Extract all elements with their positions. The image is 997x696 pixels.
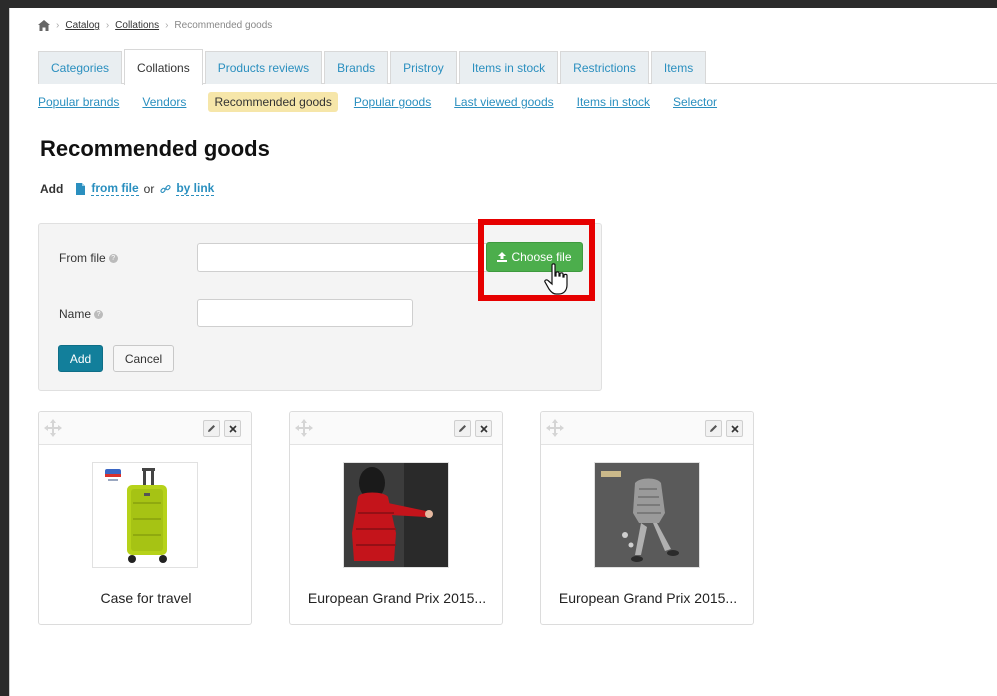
- tab-collations[interactable]: Collations: [124, 49, 203, 85]
- window-frame-top: [0, 0, 997, 8]
- from-file-label: From file?: [59, 251, 118, 265]
- name-label-text: Name: [59, 307, 92, 321]
- by-link-link[interactable]: by link: [176, 181, 215, 196]
- file-path-input[interactable]: [197, 243, 487, 272]
- product-title: Case for travel: [100, 590, 192, 606]
- choose-file-label: Choose file: [511, 250, 572, 264]
- move-icon[interactable]: [295, 419, 313, 437]
- card-header: [541, 412, 753, 445]
- add-button[interactable]: Add: [58, 345, 103, 372]
- page-title: Recommended goods: [40, 136, 270, 161]
- product-card: European Grand Prix 2015...: [540, 411, 754, 625]
- delete-button[interactable]: [726, 420, 743, 437]
- product-title: European Grand Prix 2015...: [558, 590, 738, 606]
- subnav-popular-goods[interactable]: Popular goods: [354, 95, 431, 109]
- tab-products-reviews[interactable]: Products reviews: [204, 51, 323, 84]
- subnav-last-viewed-goods[interactable]: Last viewed goods: [454, 95, 553, 109]
- move-icon[interactable]: [546, 419, 564, 437]
- name-input[interactable]: [197, 299, 413, 327]
- suitcase-image: [105, 468, 167, 563]
- breadcrumb-separator: ›: [56, 20, 60, 31]
- from-file-label-text: From file: [59, 251, 106, 265]
- tab-items-in-stock[interactable]: Items in stock: [458, 51, 559, 84]
- grey-outfit-image: [595, 463, 699, 567]
- close-icon: [479, 424, 488, 433]
- breadcrumb-catalog-link[interactable]: Catalog: [65, 20, 99, 31]
- product-thumbnail[interactable]: [594, 462, 700, 568]
- name-label: Name?: [59, 307, 104, 321]
- close-icon: [228, 424, 237, 433]
- window-frame-left-edge: [9, 8, 10, 696]
- collation-subnav: Popular brands Vendors Recommended goods…: [38, 92, 740, 112]
- subnav-recommended-goods[interactable]: Recommended goods: [208, 92, 338, 112]
- red-jacket-image: [344, 463, 448, 567]
- edit-button[interactable]: [705, 420, 722, 437]
- pencil-icon: [459, 425, 466, 432]
- help-icon[interactable]: ?: [108, 254, 118, 264]
- window-frame-left: [0, 0, 9, 696]
- breadcrumb-current: Recommended goods: [174, 20, 273, 31]
- subnav-vendors[interactable]: Vendors: [142, 95, 186, 109]
- tab-categories[interactable]: Categories: [38, 51, 123, 84]
- from-file-link[interactable]: from file: [91, 181, 139, 196]
- main-tabs: Categories Collations Products reviews B…: [38, 48, 997, 85]
- tab-restrictions[interactable]: Restrictions: [560, 51, 649, 84]
- tab-brands[interactable]: Brands: [324, 51, 389, 84]
- tab-items[interactable]: Items: [650, 51, 707, 84]
- cancel-button[interactable]: Cancel: [113, 345, 174, 372]
- breadcrumb-separator: ›: [165, 20, 169, 31]
- subnav-popular-brands[interactable]: Popular brands: [38, 95, 119, 109]
- help-icon[interactable]: ?: [94, 310, 104, 320]
- product-thumbnail[interactable]: [343, 462, 449, 568]
- add-label: Add: [40, 181, 64, 196]
- upload-icon: [497, 252, 508, 262]
- link-icon: [160, 184, 171, 193]
- card-header: [290, 412, 502, 445]
- product-title: European Grand Prix 2015...: [307, 590, 487, 606]
- file-icon: [76, 182, 86, 195]
- subnav-items-in-stock[interactable]: Items in stock: [577, 95, 650, 109]
- move-icon[interactable]: [44, 419, 62, 437]
- delete-button[interactable]: [475, 420, 492, 437]
- product-card: European Grand Prix 2015...: [289, 411, 503, 625]
- home-icon[interactable]: [38, 20, 50, 31]
- tab-pristroy[interactable]: Pristroy: [390, 51, 457, 84]
- subnav-selector[interactable]: Selector: [673, 95, 717, 109]
- breadcrumb-separator: ›: [105, 20, 110, 31]
- pencil-icon: [208, 425, 215, 432]
- breadcrumb: › Catalog › Collations › Recommended goo…: [38, 20, 272, 31]
- breadcrumb-collations-link[interactable]: Collations: [115, 20, 159, 31]
- delete-button[interactable]: [224, 420, 241, 437]
- edit-button[interactable]: [454, 420, 471, 437]
- card-header: [39, 412, 251, 445]
- close-icon: [730, 424, 739, 433]
- or-text: or: [143, 181, 155, 196]
- pencil-icon: [710, 425, 717, 432]
- hand-cursor-icon: [544, 263, 568, 295]
- add-options: Add from file or by link: [40, 181, 215, 196]
- product-card: Case for travel: [38, 411, 252, 625]
- product-thumbnail[interactable]: [92, 462, 198, 568]
- edit-button[interactable]: [203, 420, 220, 437]
